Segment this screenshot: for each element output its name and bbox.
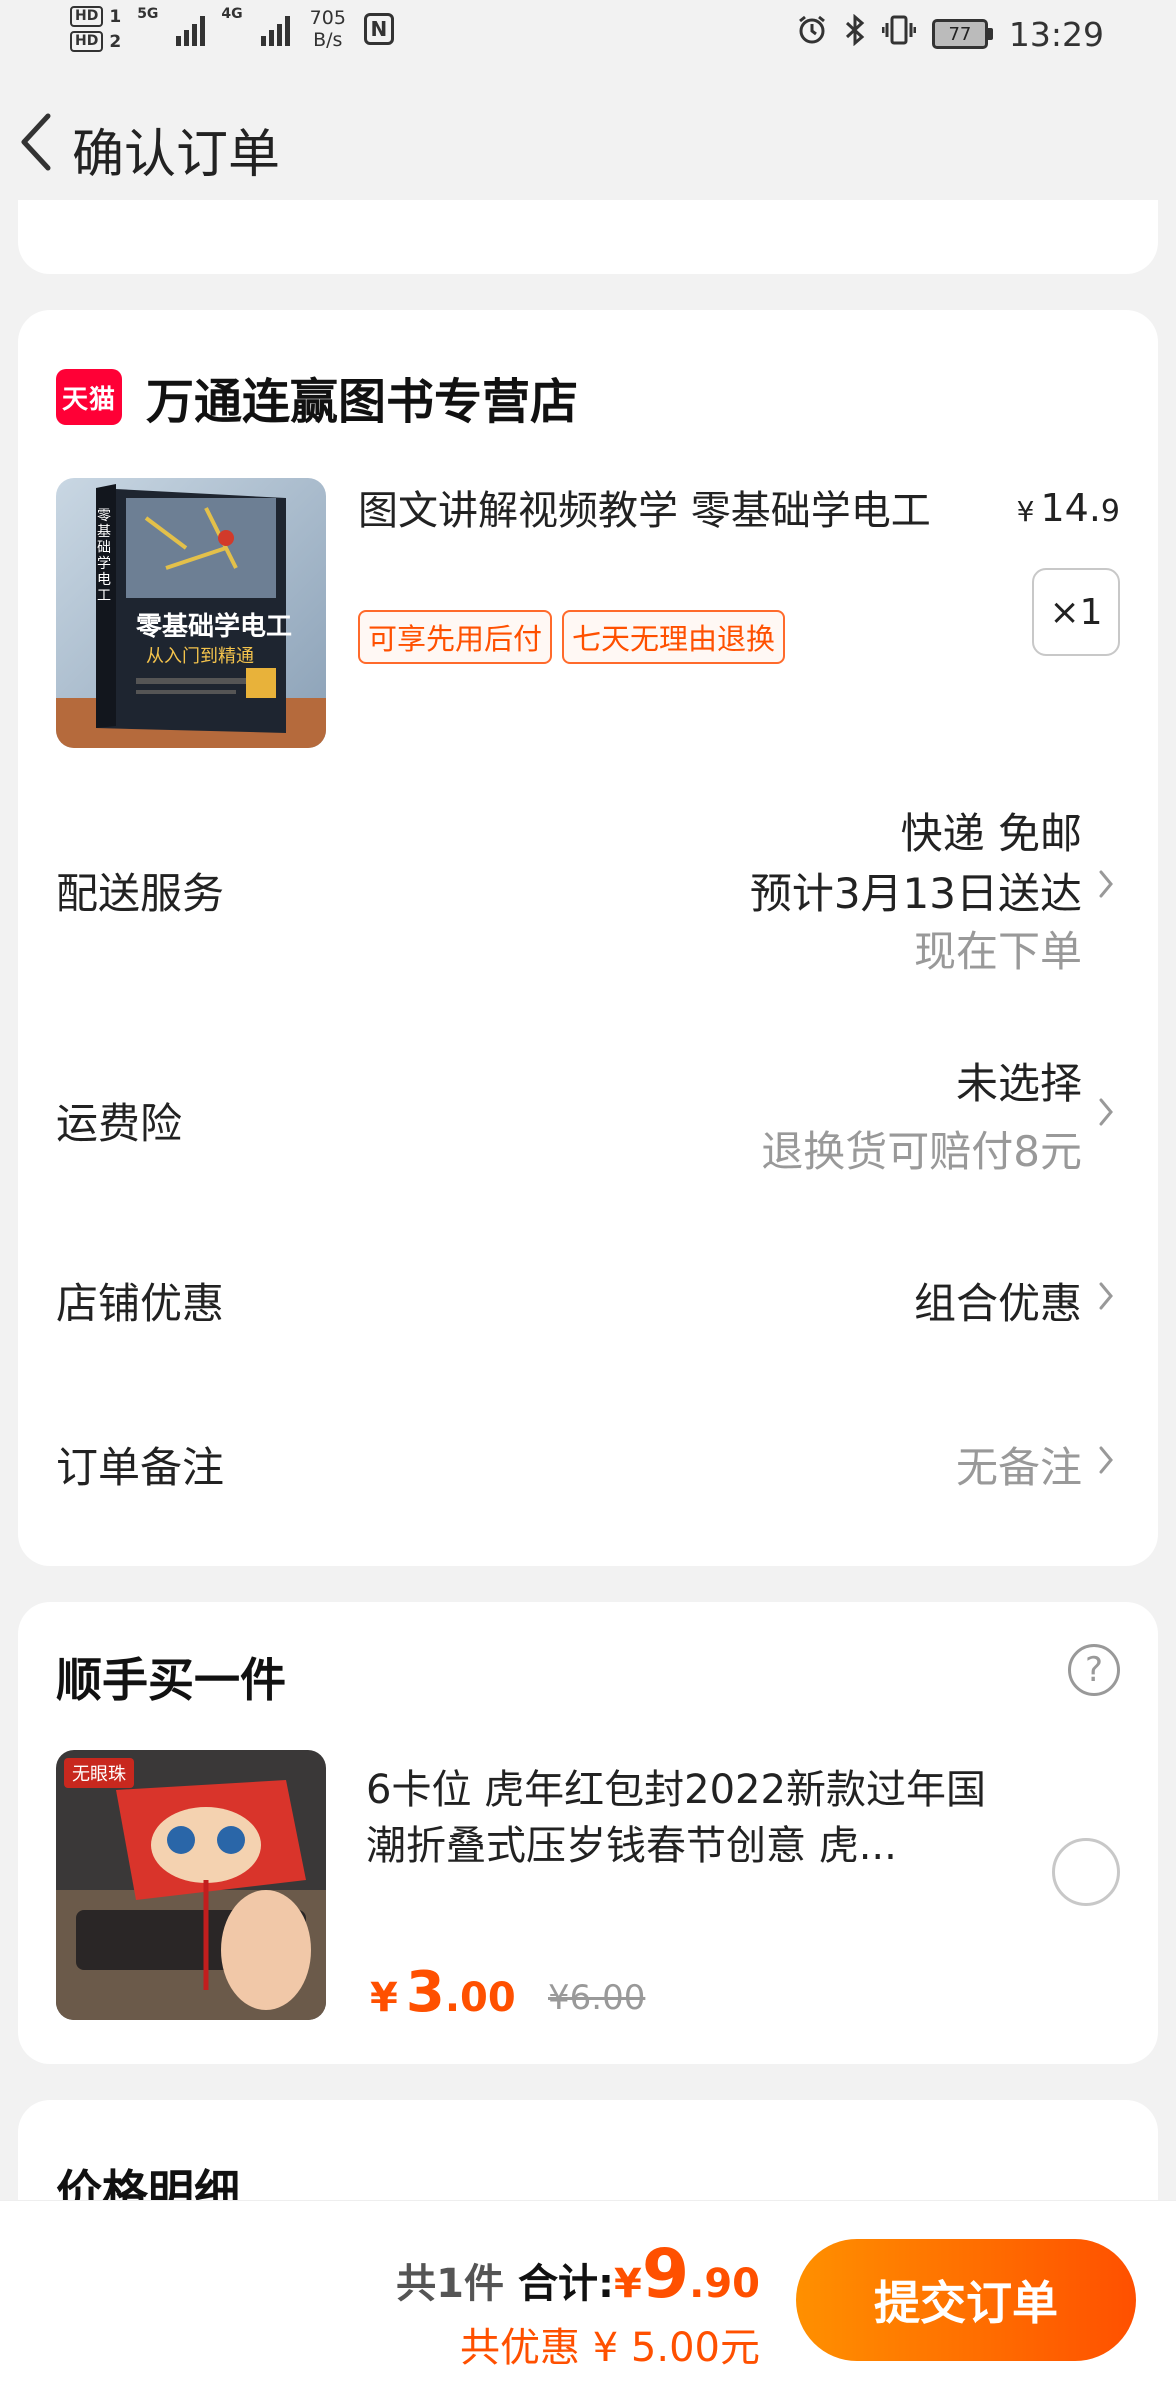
add-on-price-integer: 3 <box>405 1960 445 2025</box>
network-type-4g: 4G <box>221 6 243 22</box>
store-row[interactable]: 天猫 万通连赢图书专营店 <box>56 362 578 432</box>
tag-seven-day-return: 七天无理由退换 <box>562 610 786 664</box>
status-right: 77 13:29 <box>796 13 1104 54</box>
remark-label: 订单备注 <box>56 1443 225 1492</box>
add-on-price: ¥ 3.00 <box>370 1960 516 2025</box>
delivery-row[interactable]: 配送服务 快递 免邮 预计3月13日送达 现在下单 <box>56 800 1120 980</box>
chevron-right-icon <box>1092 864 1120 904</box>
product-title[interactable]: 图文讲解视频教学 零基础学电工 <box>358 478 998 536</box>
product-image[interactable]: 零基础学电工 从入门到精通 零基础学电工 <box>56 478 326 748</box>
hd-badge: HD <box>70 6 104 27</box>
status-bar: HD 1 HD 2 5G 4G 705 B/s N 77 13:29 <box>0 0 1176 78</box>
price-decimal: 9 <box>1100 494 1120 529</box>
item-count: 共1件 <box>396 2261 504 2307</box>
add-on-original-price: ¥6.00 <box>548 1978 646 2018</box>
store-discount-row[interactable]: 店铺优惠 组合优惠 <box>56 1270 1120 1330</box>
delivery-method: 快递 免邮 <box>900 809 1082 858</box>
help-icon[interactable]: ? <box>1068 1644 1120 1696</box>
chevron-right-icon <box>1092 1092 1120 1132</box>
insurance-status: 未选择 <box>955 1059 1082 1108</box>
price-currency: ¥ <box>1016 495 1035 528</box>
add-on-price-currency: ¥ <box>370 1975 398 2021</box>
submit-order-button[interactable]: 提交订单 <box>796 2239 1136 2361</box>
battery-icon: 77 <box>931 19 993 49</box>
network-speed-unit: B/s <box>313 29 343 51</box>
tmall-badge: 天猫 <box>56 369 122 425</box>
store-name: 万通连赢图书专营店 <box>146 374 579 430</box>
tag-pay-later: 可享先用后付 <box>358 610 553 664</box>
back-icon[interactable] <box>12 110 60 174</box>
network-speed: 705 B/s <box>310 7 346 51</box>
signal-strength-icon <box>176 12 206 46</box>
status-left: HD 1 HD 2 5G 4G 705 B/s N <box>70 6 394 52</box>
order-card: 天猫 万通连赢图书专营店 零基础学电工 从入门到精通 零基础学电工 图文讲解视频… <box>18 310 1158 1566</box>
book-cover-subtitle: 从入门到精通 <box>146 646 254 667</box>
book-cover-title: 零基础学电工 <box>136 612 293 642</box>
sim-indicators: HD 1 HD 2 <box>70 6 121 52</box>
add-on-description[interactable]: 6卡位 虎年红包封2022新款过年国潮折叠式压岁钱春节创意 虎... <box>366 1762 1006 1874</box>
insurance-label: 运费险 <box>56 1099 183 1148</box>
sim2-indicator: HD 2 <box>70 31 121 52</box>
header: 确认订单 <box>0 82 1176 212</box>
add-on-select-radio[interactable] <box>1052 1838 1120 1906</box>
vibrate-icon <box>881 14 917 54</box>
add-on-price-decimal: .00 <box>444 1975 516 2021</box>
delivery-estimate: 预计3月13日送达 <box>749 869 1082 918</box>
add-on-title: 顺手买一件 <box>56 1653 286 1707</box>
order-remark-row[interactable]: 订单备注 无备注 <box>56 1434 1120 1494</box>
chevron-right-icon <box>1092 1276 1120 1316</box>
add-on-card: 顺手买一件 ? 无眼珠 6卡位 虎年红包封2022新款过年国潮折叠式压岁钱春节创… <box>18 1602 1158 2064</box>
book-spine-text: 零基础学电工 <box>97 508 111 604</box>
order-total: 共1件 合计: ¥ 9 .90 <box>396 2235 760 2314</box>
checkout-bar: 共1件 合计: ¥ 9 .90 共优惠 ¥ 5.00元 提交订单 <box>0 2200 1176 2400</box>
bluetooth-icon <box>844 13 866 54</box>
delivery-label: 配送服务 <box>56 869 225 918</box>
insurance-note: 退换货可赔付8元 <box>761 1127 1082 1176</box>
product-tags: 可享先用后付 七天无理由退换 <box>358 610 786 664</box>
add-on-image[interactable]: 无眼珠 <box>56 1750 326 2020</box>
sim2-number: 2 <box>109 31 122 52</box>
sim1-indicator: HD 1 <box>70 6 121 27</box>
network-speed-value: 705 <box>309 7 346 29</box>
clock: 13:29 <box>1008 14 1104 54</box>
signal-strength-icon <box>260 12 290 46</box>
page-title: 确认订单 <box>72 125 281 185</box>
product-price: ¥14.9 <box>1017 486 1120 530</box>
total-currency: ¥ <box>613 2261 642 2307</box>
nfc-icon: N <box>363 13 394 45</box>
total-decimal: .90 <box>689 2261 760 2307</box>
quantity-stepper[interactable]: ×1 <box>1032 568 1120 656</box>
add-on-image-badge: 无眼珠 <box>64 1758 134 1788</box>
price-integer: 14. <box>1040 486 1101 530</box>
alarm-icon <box>796 14 828 54</box>
store-discount-value: 组合优惠 <box>913 1279 1082 1328</box>
total-saving: 共优惠 ¥ 5.00元 <box>460 2325 760 2371</box>
total-integer: 9 <box>641 2235 690 2314</box>
sim1-number: 1 <box>109 6 122 27</box>
remark-value: 无备注 <box>955 1443 1082 1492</box>
chevron-right-icon <box>1092 1440 1120 1480</box>
delivery-order-now: 现在下单 <box>913 927 1082 976</box>
store-discount-label: 店铺优惠 <box>56 1279 225 1328</box>
network-type-5g: 5G <box>137 6 159 22</box>
battery-level: 77 <box>931 19 988 49</box>
total-label: 合计: <box>517 2261 614 2307</box>
shipping-insurance-row[interactable]: 运费险 未选择 退换货可赔付8元 <box>56 1050 1120 1180</box>
hd-badge: HD <box>70 31 104 52</box>
address-card[interactable] <box>18 200 1158 274</box>
